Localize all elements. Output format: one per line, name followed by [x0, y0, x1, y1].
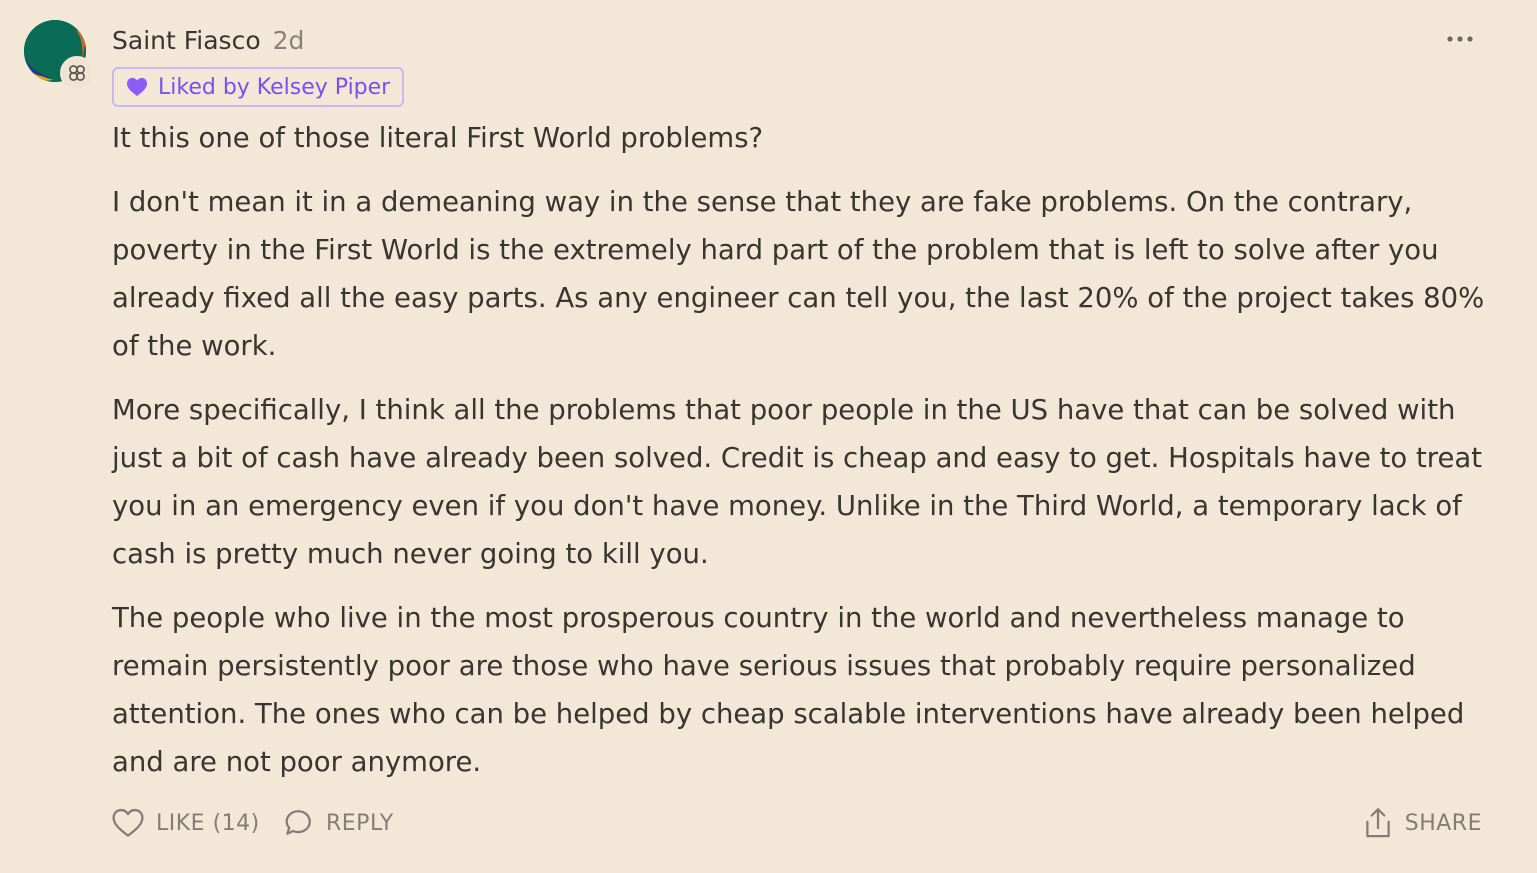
- comment: Saint Fiasco 2d Liked by Kelsey Piper It…: [0, 0, 1537, 873]
- comment-paragraph: I don't mean it in a demeaning way in th…: [112, 186, 1485, 362]
- liked-by-label: Liked by Kelsey Piper: [158, 74, 391, 100]
- comment-paragraph: The people who live in the most prospero…: [112, 602, 1465, 778]
- like-button[interactable]: LIKE (14): [112, 802, 260, 844]
- heart-filled-icon: [127, 77, 147, 97]
- reply-button[interactable]: REPLY: [282, 802, 394, 844]
- subscriber-badge-icon: [60, 56, 94, 90]
- author-name[interactable]: Saint Fiasco: [112, 26, 261, 55]
- share-label: SHARE: [1404, 810, 1482, 836]
- reply-label: REPLY: [326, 810, 394, 836]
- comment-actions: LIKE (14) REPLY SHARE: [112, 802, 1482, 844]
- comment-header: Saint Fiasco 2d: [112, 22, 304, 58]
- avatar-container[interactable]: [24, 20, 94, 90]
- more-options-icon: [1447, 36, 1473, 42]
- timestamp[interactable]: 2d: [273, 26, 305, 55]
- comment-body: It this one of those literal First World…: [112, 114, 1492, 802]
- heart-outline-icon: [112, 808, 144, 837]
- comment-paragraph: More specifically, I think all the probl…: [112, 394, 1483, 570]
- speech-bubble-icon: [285, 810, 311, 835]
- share-upload-icon: [1366, 808, 1390, 838]
- more-options-button[interactable]: [1440, 26, 1480, 52]
- liked-by-badge: Liked by Kelsey Piper: [112, 67, 405, 107]
- like-label: LIKE (14): [156, 810, 260, 836]
- comment-paragraph: It this one of those literal First World…: [112, 122, 764, 154]
- share-button[interactable]: SHARE: [1363, 802, 1482, 844]
